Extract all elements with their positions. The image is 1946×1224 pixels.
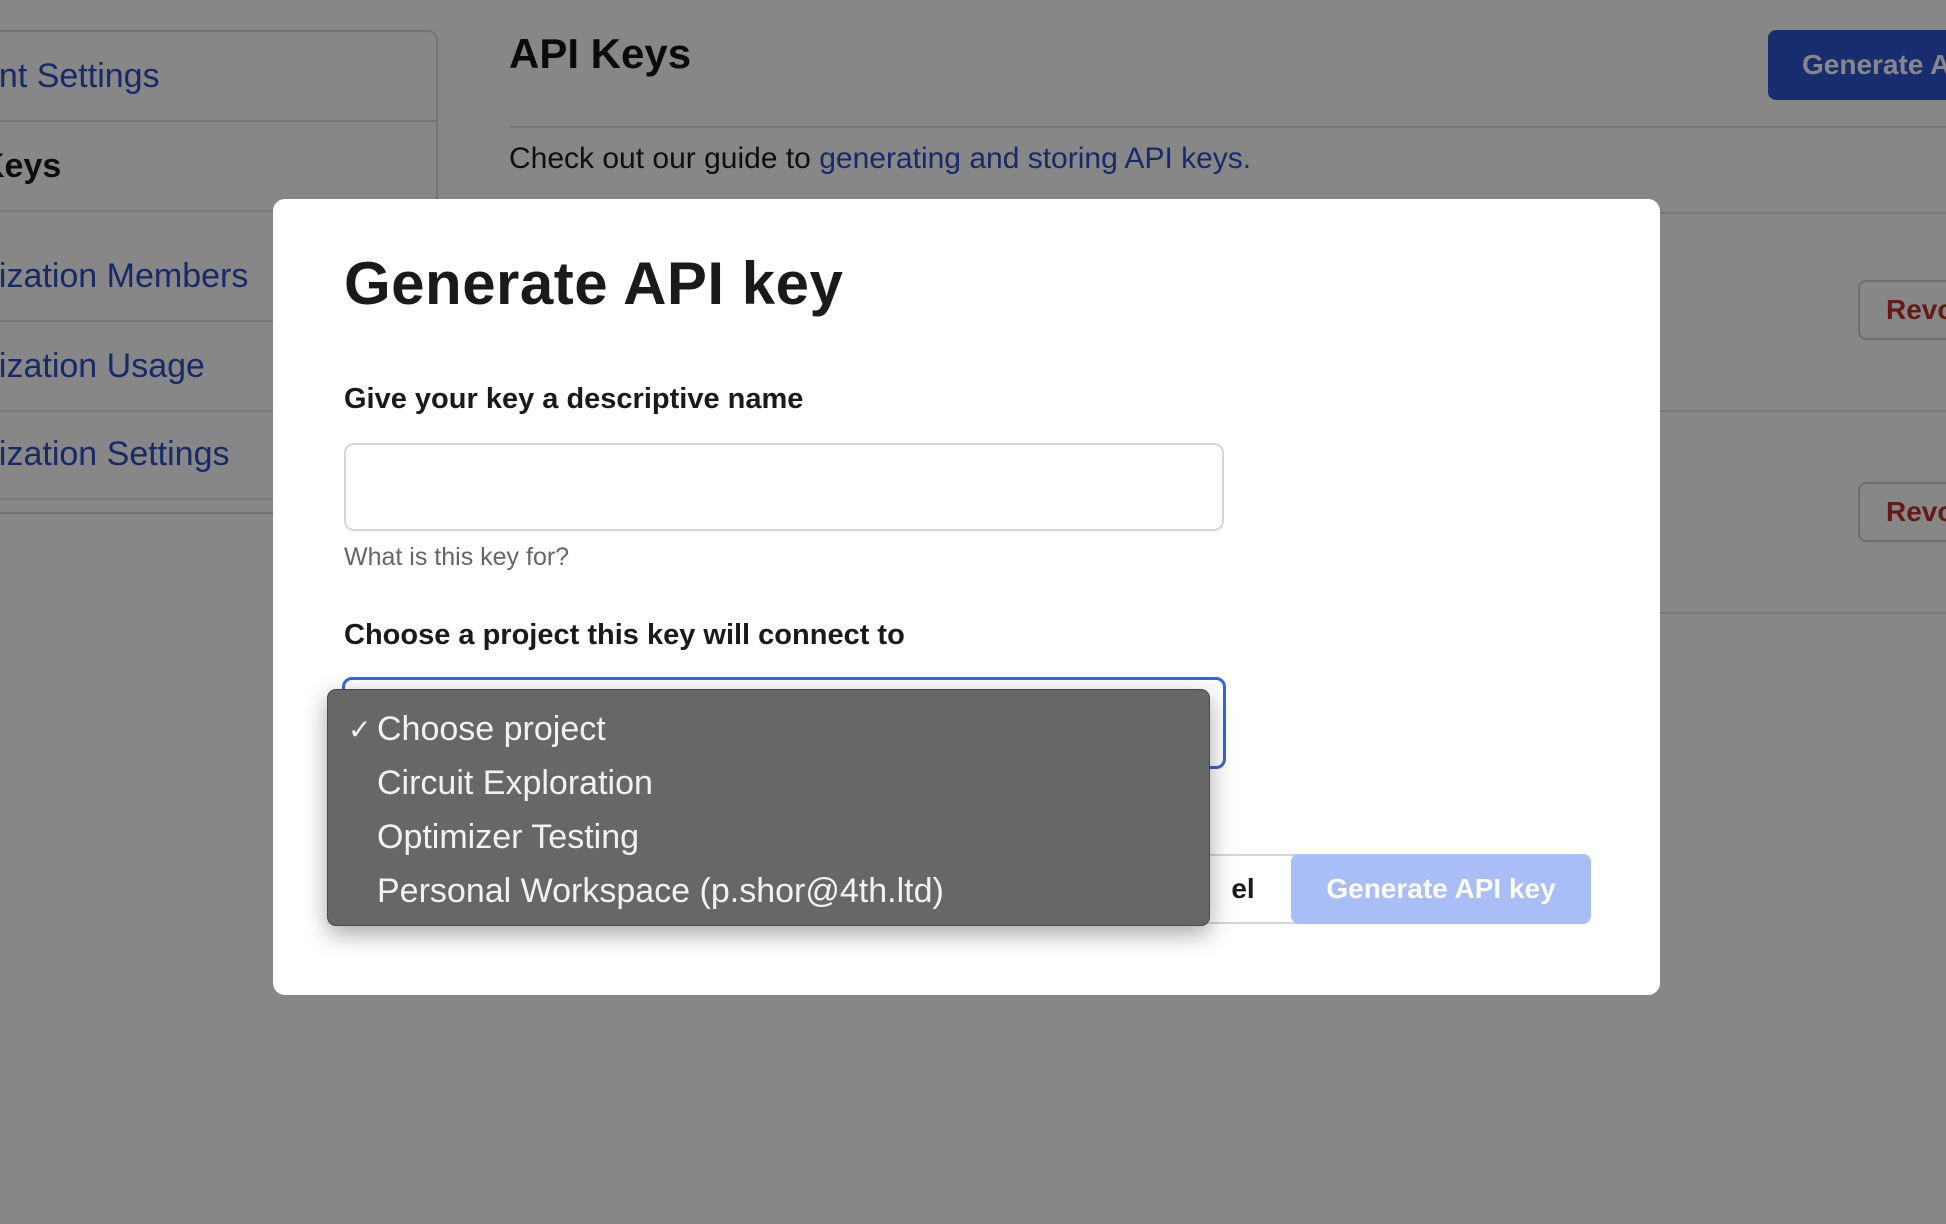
- key-name-input[interactable]: [344, 443, 1224, 531]
- project-dropdown-menu: ✓ Choose project Circuit Exploration Opt…: [327, 689, 1210, 926]
- option-label: Choose project: [377, 709, 606, 748]
- dropdown-option-personal-workspace[interactable]: Personal Workspace (p.shor@4th.ltd): [328, 864, 1209, 918]
- checkmark-icon: ✓: [348, 713, 372, 745]
- option-label: Optimizer Testing: [377, 817, 640, 856]
- key-name-help: What is this key for?: [344, 543, 570, 571]
- option-label: Circuit Exploration: [377, 763, 653, 802]
- modal-title: Generate API key: [344, 250, 844, 317]
- generate-api-key-submit-button[interactable]: Generate API key: [1291, 854, 1591, 924]
- dropdown-option-circuit-exploration[interactable]: Circuit Exploration: [328, 756, 1209, 810]
- dropdown-option-optimizer-testing[interactable]: Optimizer Testing: [328, 810, 1209, 864]
- option-label: Personal Workspace (p.shor@4th.ltd): [377, 871, 944, 910]
- project-label: Choose a project this key will connect t…: [344, 619, 905, 651]
- key-name-label: Give your key a descriptive name: [344, 383, 804, 415]
- dropdown-option-choose-project[interactable]: ✓ Choose project: [328, 702, 1209, 756]
